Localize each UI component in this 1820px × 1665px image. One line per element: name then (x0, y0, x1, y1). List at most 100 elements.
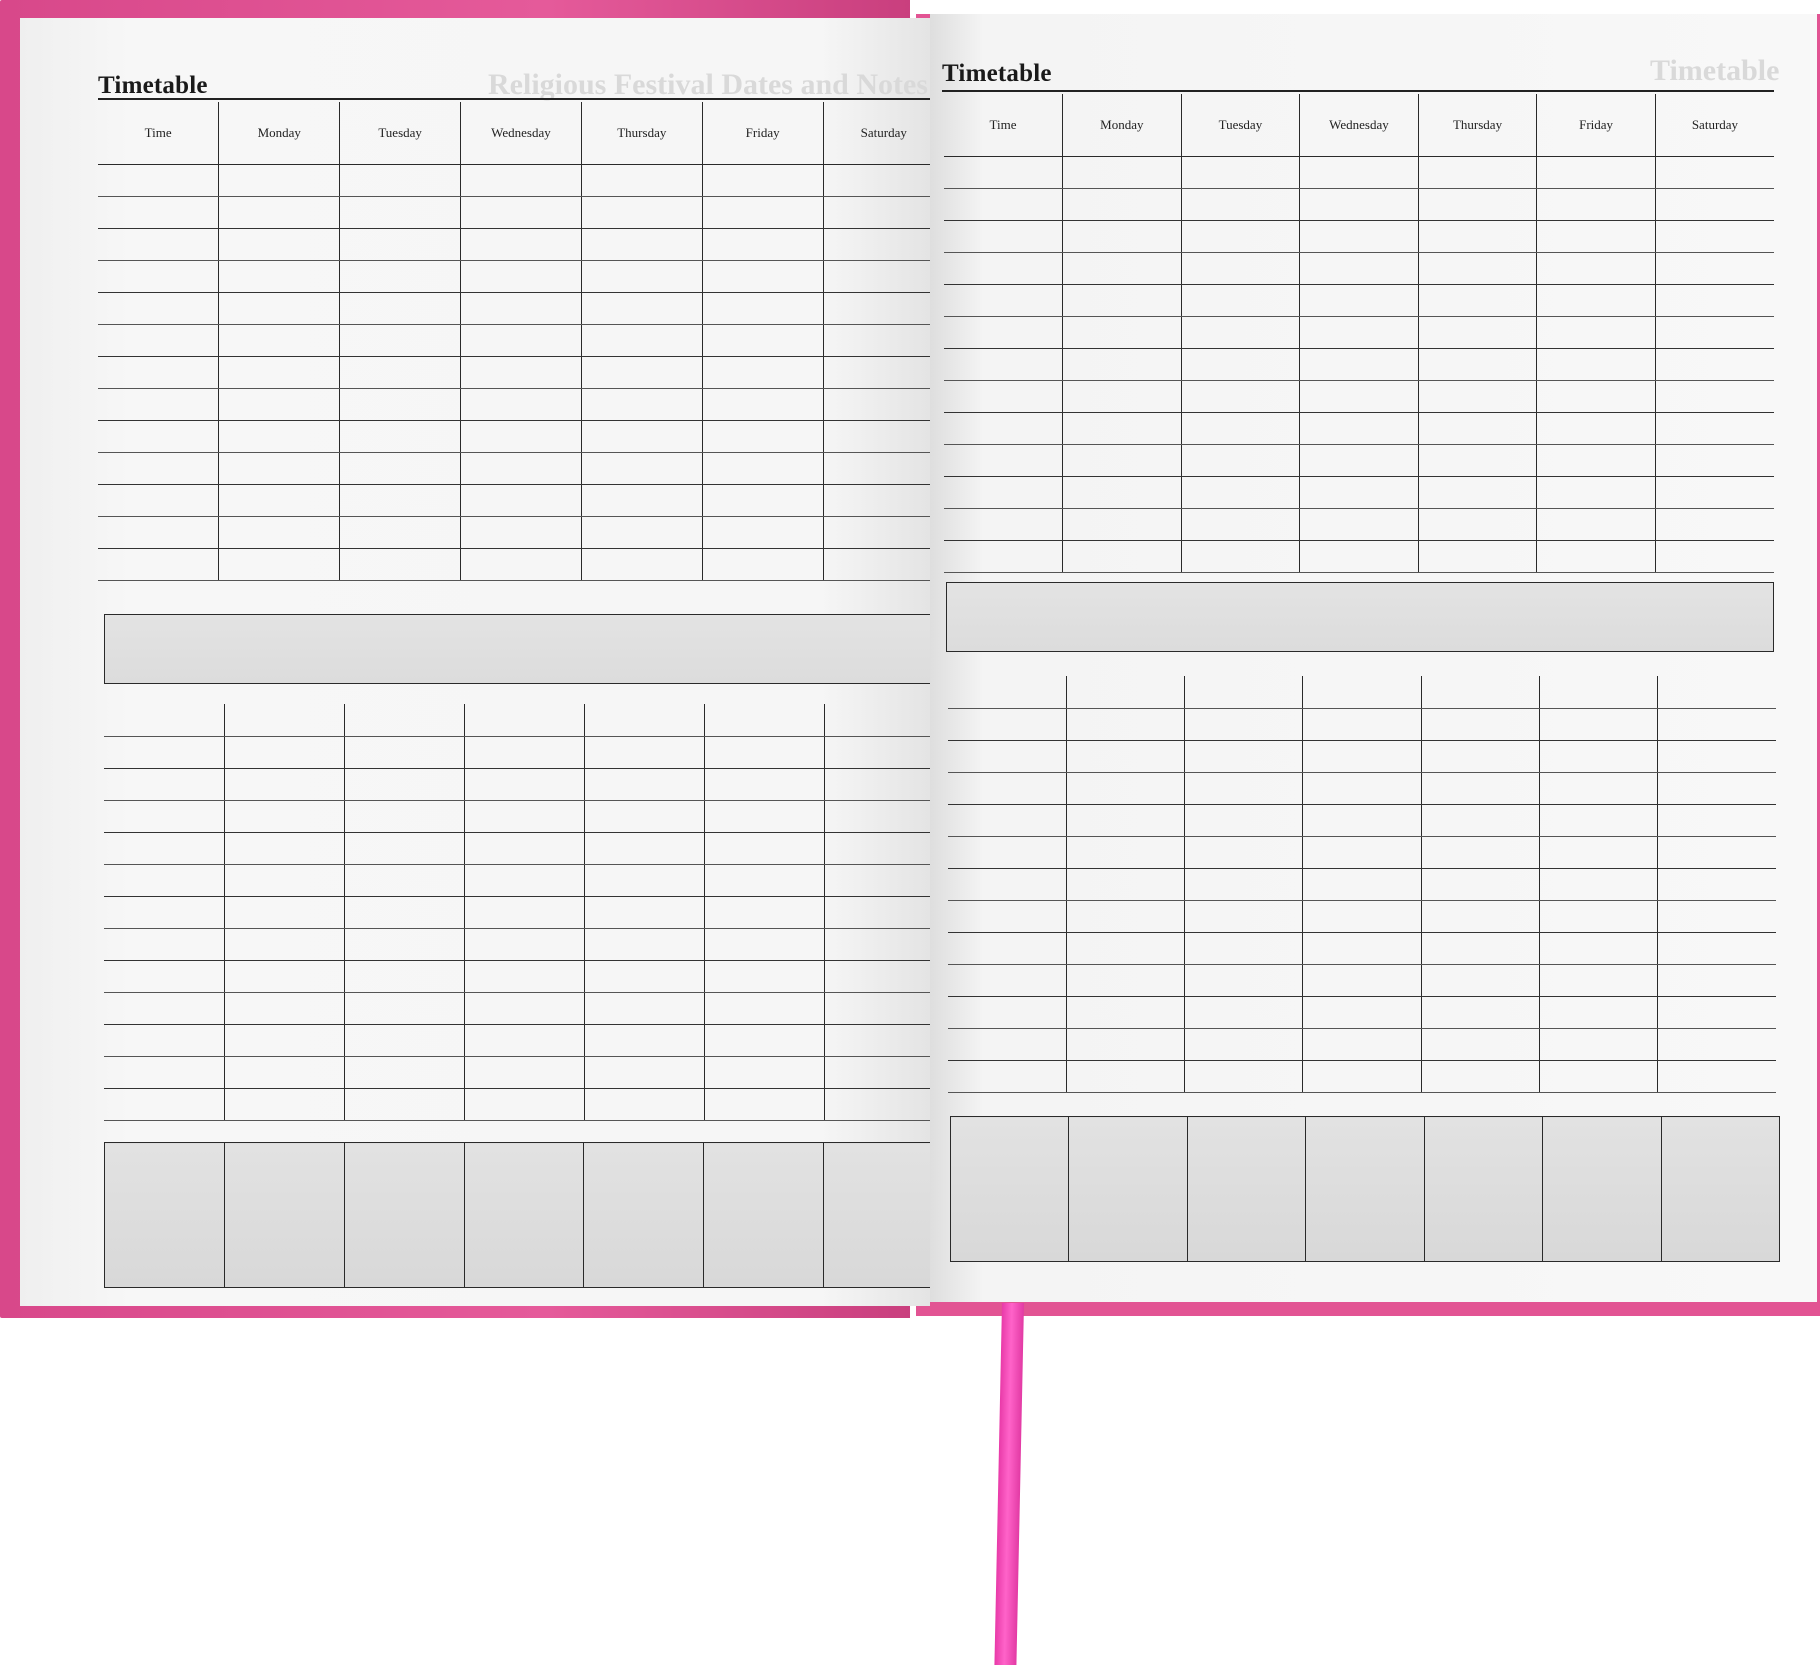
column-header-friday: Friday (701, 102, 824, 165)
timetable-cell (1536, 284, 1656, 317)
timetable-cell (583, 704, 705, 737)
timetable-cell (1420, 900, 1540, 933)
timetable-cell (1062, 284, 1182, 317)
timetable-cell (1062, 380, 1182, 413)
timetable-cell (580, 196, 703, 229)
timetable-row (948, 996, 1776, 1029)
timetable-cell (463, 992, 585, 1025)
timetable-cell (1538, 1060, 1659, 1093)
timetable-cell (104, 1056, 225, 1089)
timetable-cell (98, 452, 220, 485)
timetable-cell (583, 896, 705, 929)
timetable-cell (701, 484, 824, 517)
timetable-cell (1538, 932, 1659, 965)
timetable-cell (948, 836, 1067, 869)
column-header-wednesday: Wednesday (1299, 94, 1419, 157)
timetable-cell (1180, 508, 1301, 541)
timetable-cell (1420, 868, 1540, 901)
timetable-cell (583, 960, 705, 993)
timetable-cell (1420, 1060, 1540, 1093)
timetable-cell (1184, 932, 1304, 965)
timetable-row (944, 444, 1774, 477)
timetable-cell (580, 260, 703, 293)
timetable-cell (343, 928, 465, 961)
timetable-cell (1657, 676, 1776, 709)
timetable-cell (104, 928, 225, 961)
timetable-cell (701, 324, 824, 357)
column-header-friday: Friday (1536, 94, 1656, 157)
timetable-cell (1536, 380, 1656, 413)
timetable-cell (944, 508, 1064, 541)
timetable-cell (98, 420, 220, 453)
timetable-cell (223, 992, 345, 1025)
timetable-row (104, 704, 930, 737)
timetable-cell (460, 164, 582, 197)
timetable-cell (1299, 316, 1419, 349)
timetable-cell (703, 960, 825, 993)
timetable-cell (1180, 476, 1301, 509)
timetable-cell (460, 356, 582, 389)
timetable-cell (948, 1028, 1067, 1061)
timetable-row (104, 928, 930, 961)
timetable-cell (218, 516, 341, 549)
timetable-row (944, 540, 1774, 573)
timetable-cell (1420, 996, 1540, 1029)
timetable-cell (98, 548, 220, 581)
timetable-cell (580, 516, 703, 549)
timetable-row (98, 548, 930, 581)
timetable-row (944, 476, 1774, 509)
timetable-cell (98, 196, 220, 229)
timetable-cell (1065, 1060, 1186, 1093)
timetable-cell (1417, 220, 1538, 253)
timetable-cell (1536, 508, 1656, 541)
timetable-cell (1420, 804, 1540, 837)
summary-box (1423, 1116, 1544, 1262)
timetable-cell (1184, 836, 1304, 869)
timetable-row (948, 804, 1776, 837)
timetable-cell (1299, 348, 1419, 381)
summary-box (1186, 1116, 1307, 1262)
timetable-cell (1417, 316, 1538, 349)
timetable-cell (1062, 476, 1182, 509)
timetable-row (948, 708, 1776, 741)
timetable-cell (1062, 412, 1182, 445)
timetable-cell (583, 1024, 705, 1057)
timetable-row (104, 832, 930, 865)
timetable-cell (1184, 772, 1304, 805)
timetable-cell (223, 896, 345, 929)
timetable-cell (1180, 444, 1301, 477)
timetable-cell (463, 704, 585, 737)
timetable-cell (822, 388, 930, 421)
timetable-cell (1299, 540, 1419, 573)
timetable-cell (104, 704, 225, 737)
timetable-cell (104, 832, 225, 865)
timetable-cell (1065, 708, 1186, 741)
left-page: Religious Festival Dates and Notes Timet… (20, 18, 930, 1306)
timetable-cell (1184, 996, 1304, 1029)
timetable-cell (1299, 156, 1419, 189)
timetable-cell (1417, 156, 1538, 189)
timetable-cell (104, 768, 225, 801)
timetable-cell (944, 252, 1064, 285)
timetable-cell (463, 928, 585, 961)
timetable-cell (823, 1088, 930, 1121)
timetable-row (104, 768, 930, 801)
timetable-cell (1180, 252, 1301, 285)
timetable-cell (1657, 708, 1776, 741)
column-header-monday: Monday (218, 102, 341, 165)
timetable-cell (339, 164, 462, 197)
timetable-cell (463, 1024, 585, 1057)
timetable-cell (1180, 380, 1301, 413)
timetable-row (98, 388, 930, 421)
timetable-row (948, 964, 1776, 997)
timetable-row (944, 156, 1774, 189)
timetable-row (104, 992, 930, 1025)
timetable-cell (701, 356, 824, 389)
timetable-cell (343, 832, 465, 865)
timetable-cell (822, 548, 930, 581)
timetable-cell (1657, 996, 1776, 1029)
timetable-row (948, 868, 1776, 901)
timetable-cell (823, 992, 930, 1025)
timetable-cell (1657, 1060, 1776, 1093)
timetable-row (944, 508, 1774, 541)
